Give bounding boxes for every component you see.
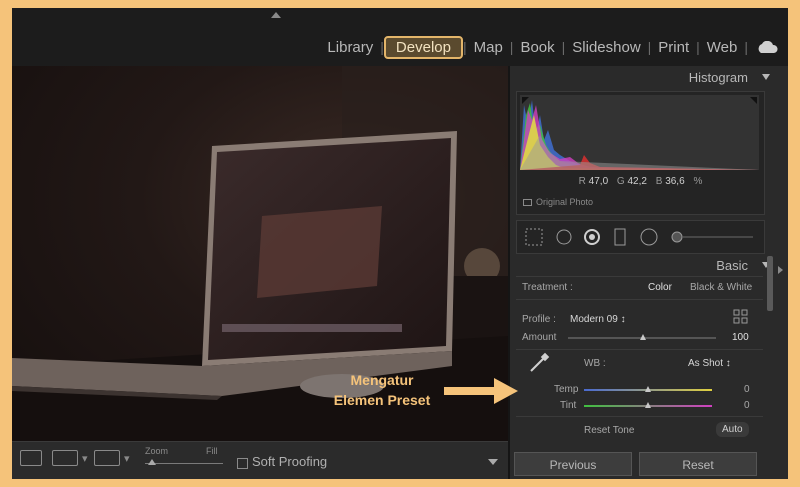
cloud-icon[interactable]: [756, 41, 778, 53]
tint-value[interactable]: 0: [744, 400, 750, 411]
previous-button[interactable]: Previous: [514, 452, 632, 476]
histogram-header[interactable]: Histogram: [510, 68, 770, 88]
develop-right-panel: Histogram R 47,0 G 42,2 B 36,6 % Origina…: [508, 66, 788, 479]
module-library[interactable]: Library: [320, 39, 380, 56]
adjustment-brush-icon: [671, 231, 683, 243]
soft-proofing-checkbox[interactable]: [237, 458, 248, 469]
profile-label: Profile :: [522, 314, 556, 325]
before-after-view-button[interactable]: [52, 450, 78, 466]
crop-tool-icon: [525, 228, 543, 246]
tint-label: Tint: [560, 400, 577, 411]
green-value: 42,2: [627, 176, 647, 187]
treatment-color-button[interactable]: Color: [648, 282, 672, 293]
annotation-text: Mengatur Elemen Preset: [333, 372, 431, 408]
temp-label: Temp: [554, 384, 579, 395]
amount-value[interactable]: 100: [732, 332, 749, 343]
auto-tone-button[interactable]: Auto: [716, 422, 749, 437]
before-after-dropdown-icon[interactable]: ▾: [82, 452, 88, 465]
lightroom-window: Library | Develop | Map | Book | Slidesh…: [12, 8, 788, 479]
basic-header[interactable]: Basic: [510, 256, 770, 276]
amount-slider-thumb[interactable]: [640, 334, 646, 340]
module-web[interactable]: Web: [700, 39, 745, 56]
toolbar-menu-icon[interactable]: [488, 459, 498, 465]
amount-label: Amount: [522, 332, 557, 343]
zoom-slider-track[interactable]: [145, 463, 223, 464]
wb-label: WB :: [584, 358, 606, 369]
panel-scrollbar[interactable]: [767, 256, 773, 311]
reset-button[interactable]: Reset: [639, 452, 757, 476]
before-after-split-button[interactable]: [94, 450, 120, 466]
radial-filter-icon: [640, 228, 658, 246]
histogram-graph[interactable]: [520, 95, 759, 170]
temp-slider-thumb[interactable]: [645, 386, 651, 392]
fit-label: Fill: [206, 446, 218, 456]
annotation-arrow-icon: [444, 378, 518, 404]
treatment-label: Treatment :: [522, 282, 573, 293]
module-picker: Library | Develop | Map | Book | Slidesh…: [12, 28, 788, 66]
split-dropdown-icon[interactable]: ▾: [124, 452, 130, 465]
view-toolbar: ▾ ▾ Zoom Fill Soft Proofing: [12, 441, 508, 479]
profile-dropdown[interactable]: Modern 09 ↕: [570, 314, 626, 325]
module-develop[interactable]: Develop: [383, 35, 463, 59]
right-panel-toggle-icon[interactable]: [778, 266, 783, 274]
treatment-bw-button[interactable]: Black & White: [690, 282, 752, 293]
soft-proofing-label: Soft Proofing: [252, 454, 328, 469]
original-photo-toggle[interactable]: Original Photo: [523, 197, 593, 207]
module-print[interactable]: Print: [651, 39, 696, 56]
profile-browser-icon[interactable]: [733, 309, 749, 325]
histogram-curves: [520, 97, 759, 170]
basic-title: Basic: [716, 258, 748, 273]
module-map[interactable]: Map: [467, 39, 510, 56]
blue-value: 36,6: [665, 176, 685, 187]
loupe-view-button[interactable]: [20, 450, 42, 466]
tool-strip: [516, 220, 765, 254]
wb-dropdown[interactable]: As Shot ↕: [688, 358, 731, 369]
histogram: R 47,0 G 42,2 B 36,6 % Original Photo: [516, 91, 765, 215]
graduated-filter-icon: [614, 228, 626, 246]
tool-strip-icons: [525, 228, 753, 246]
rgb-readout: R 47,0 G 42,2 B 36,6 %: [578, 176, 703, 187]
reset-tone-label: Reset Tone: [584, 425, 635, 436]
original-photo-checkbox[interactable]: [523, 199, 532, 207]
module-book[interactable]: Book: [513, 39, 561, 56]
histogram-title: Histogram: [688, 70, 748, 85]
white-balance-eyedropper-icon[interactable]: [528, 352, 550, 374]
module-slideshow[interactable]: Slideshow: [565, 39, 647, 56]
collapse-arrow-icon[interactable]: [762, 74, 770, 80]
temp-value[interactable]: 0: [744, 384, 750, 395]
red-value: 47,0: [588, 176, 609, 187]
top-panel-toggle-icon[interactable]: [271, 12, 281, 18]
tint-slider-thumb[interactable]: [645, 402, 651, 408]
spot-removal-icon: [556, 229, 572, 245]
zoom-slider-thumb[interactable]: [148, 459, 156, 465]
zoom-label: Zoom: [145, 446, 169, 456]
